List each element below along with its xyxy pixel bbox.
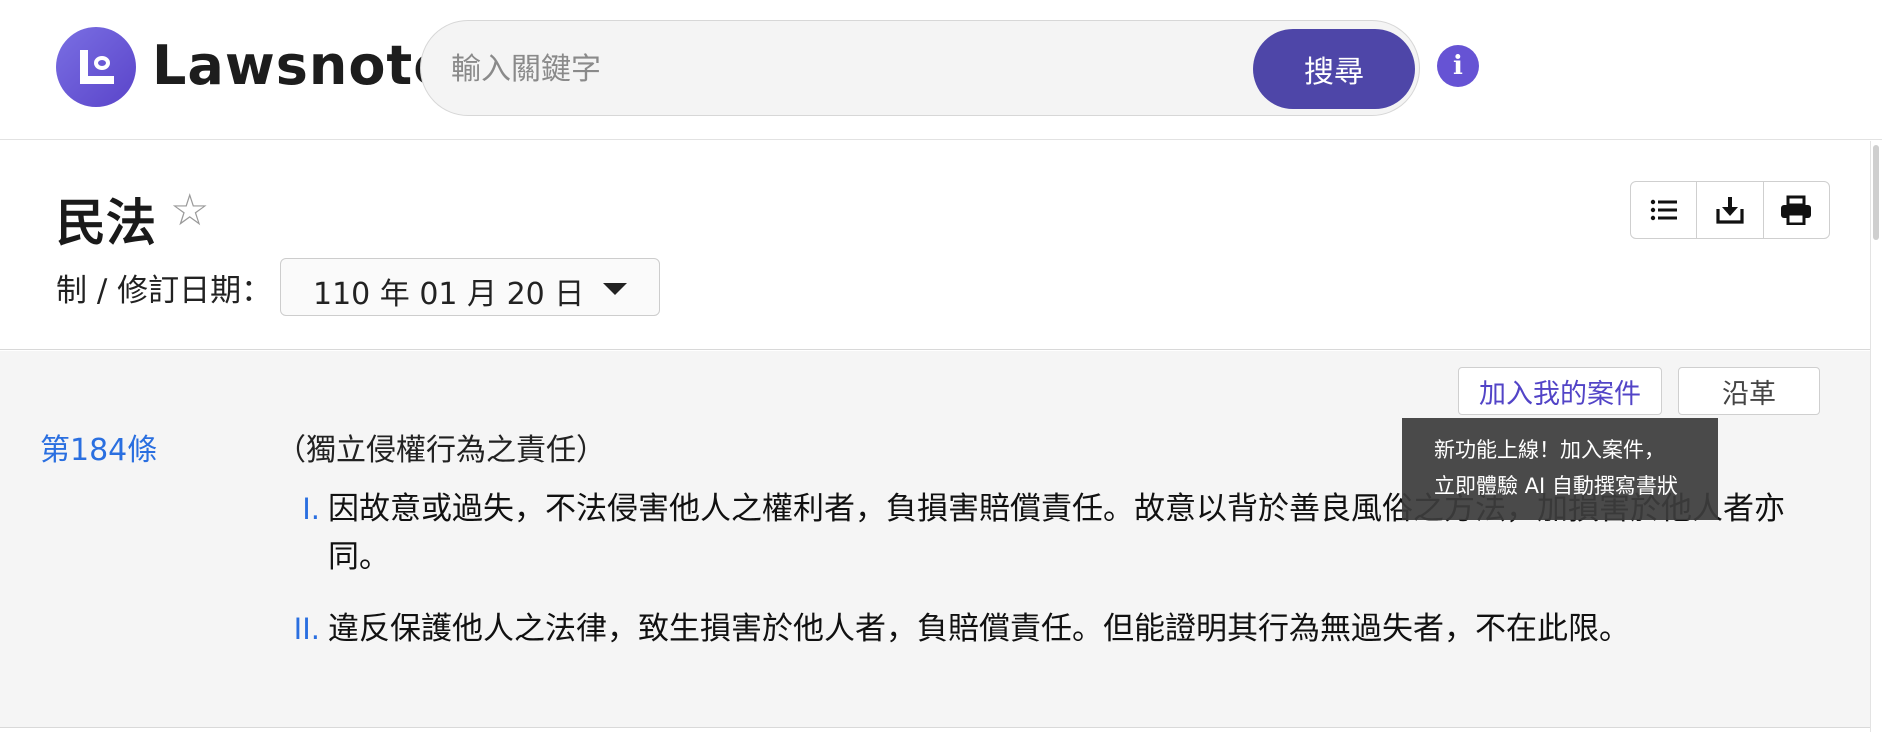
history-button[interactable]: 沿革	[1678, 367, 1820, 415]
chevron-down-icon	[603, 283, 627, 295]
print-icon	[1781, 195, 1812, 225]
article-184: 加入我的案件 沿革 第184條 （獨立侵權行為之責任） I. 因故意或過失，不法…	[0, 351, 1870, 728]
scrollbar-thumb[interactable]	[1873, 145, 1879, 240]
add-to-case-button[interactable]: 加入我的案件	[1458, 367, 1662, 415]
brand-name[interactable]: Lawsnote	[152, 34, 451, 97]
article-number-link[interactable]: 第184條	[40, 425, 157, 469]
page-title: 民法	[56, 194, 156, 252]
print-button[interactable]	[1764, 182, 1829, 238]
search-input[interactable]	[451, 45, 1231, 93]
revision-date-select[interactable]: 110 年 01 月 20 日	[280, 258, 660, 316]
revision-date-value: 110 年 01 月 20 日	[313, 277, 585, 312]
top-header: Lawsnote 搜尋 i	[0, 0, 1882, 140]
list-icon	[1650, 199, 1677, 221]
download-button[interactable]	[1697, 182, 1764, 238]
feature-tooltip: 新功能上線！加入案件， 立即體驗 AI 自動撰寫書狀	[1402, 418, 1718, 520]
article-paragraph: II. 違反保護他人之法律，致生損害於他人者，負賠償責任。但能證明其行為無過失者…	[276, 605, 1836, 653]
star-icon[interactable]: ☆	[170, 189, 209, 233]
search-button[interactable]: 搜尋	[1253, 29, 1415, 109]
tooltip-line: 立即體驗 AI 自動撰寫書狀	[1434, 474, 1678, 498]
download-icon	[1716, 197, 1744, 224]
paragraph-number: II.	[293, 612, 320, 646]
law-title-section: 民法 ☆ 制 / 修訂日期： 110 年 01 月 20 日	[0, 141, 1870, 350]
paragraph-number: I.	[302, 492, 320, 526]
law-toolbar	[1630, 181, 1830, 239]
article-heading: （獨立侵權行為之責任）	[276, 433, 606, 468]
search-bar: 搜尋	[420, 20, 1420, 116]
logo-mark	[80, 50, 114, 84]
tooltip-line: 新功能上線！加入案件，	[1434, 438, 1665, 462]
info-icon[interactable]: i	[1437, 45, 1479, 87]
date-label: 制 / 修訂日期：	[56, 273, 273, 309]
lawsnote-logo[interactable]	[56, 27, 136, 107]
list-button[interactable]	[1631, 182, 1698, 238]
paragraph-text: 違反保護他人之法律，致生損害於他人者，負賠償責任。但能證明其行為無過失者，不在此…	[328, 611, 1630, 647]
